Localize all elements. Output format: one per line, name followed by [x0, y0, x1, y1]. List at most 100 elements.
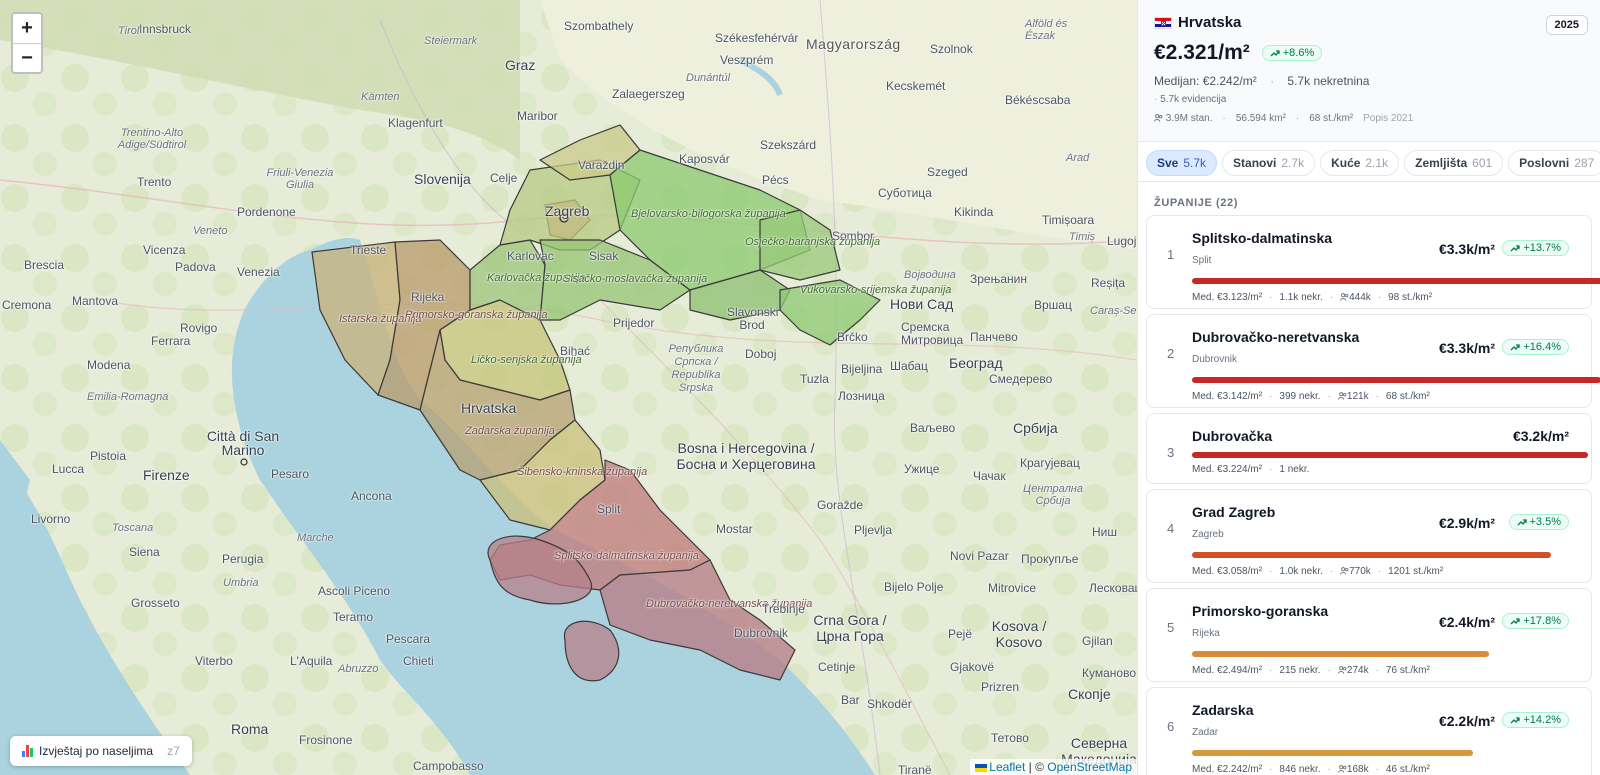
county-price: €2.4k/m²	[1438, 614, 1495, 630]
tab-commercial-count: 287	[1574, 156, 1595, 170]
map-label-viterbo: Viterbo	[195, 654, 233, 668]
county-listings: 215 nekr.	[1279, 665, 1321, 676]
map-label-primorsko: Primorsko-goranska županija	[405, 309, 547, 321]
county-price: €3.3k/m²	[1438, 340, 1495, 356]
tab-apartments[interactable]: Stanovi 2.7k	[1222, 150, 1316, 176]
county-rank: 1	[1167, 247, 1175, 262]
map-label-peje: Pejë	[948, 627, 973, 641]
tab-land-label: Zemljišta	[1415, 156, 1468, 170]
country-name: Hrvatska	[1178, 14, 1242, 31]
map-label-teramo: Teramo	[333, 610, 374, 624]
county-change-badge: +13.7%	[1502, 240, 1569, 256]
county-seat: Rijeka	[1192, 628, 1220, 639]
map-label-szekszard: Szekszárd	[760, 138, 817, 152]
map-label-roma: Roma	[231, 721, 269, 737]
map-label-vicenza: Vicenza	[143, 243, 186, 257]
map-label-vrsac: Вршац	[1034, 298, 1072, 312]
county-card[interactable]: 3 Dubrovačka €3.2k/m² Med. €3.224/m² · 1 nekr…	[1146, 413, 1592, 484]
county-price-bar	[1192, 750, 1473, 756]
map-label-gjakove: Gjakovë	[950, 660, 995, 674]
map-label-srbija: Србија	[1013, 420, 1058, 436]
map-base-layer[interactable]	[0, 0, 1137, 775]
tab-all-count: 5.7k	[1183, 156, 1207, 170]
tab-houses-label: Kuće	[1331, 156, 1361, 170]
map-label-istarska: Istarska županija	[339, 313, 422, 325]
county-seat: Zadar	[1192, 727, 1219, 738]
map-label-pordenone: Pordenone	[237, 205, 296, 219]
zoom-out-button[interactable]: −	[13, 43, 41, 72]
county-name: Splitsko-dalmatinska	[1192, 230, 1333, 246]
map-label-osjecko: Osječko-baranjska županija	[745, 236, 881, 248]
tab-all[interactable]: Sve 5.7k	[1146, 150, 1218, 176]
map-label-novipazar: Novi Pazar	[950, 549, 1009, 563]
county-rank: 3	[1167, 445, 1175, 460]
map-label-pesaro: Pesaro	[271, 467, 310, 481]
county-card[interactable]: 6 Zadarska Zadar €2.2k/m² +14.2% Med. €2.242/…	[1146, 687, 1592, 775]
map-label-gjilan: Gjilan	[1082, 634, 1113, 648]
county-card[interactable]: 5 Primorsko-goranska Rijeka €2.4k/m² +17.8% M…	[1146, 588, 1592, 682]
map-label-dubrovacko: Dubrovačko-neretvanska županija	[646, 598, 812, 610]
map-label-trieste: Trieste	[350, 243, 387, 257]
tab-commercial[interactable]: Poslovni 287	[1508, 150, 1600, 176]
tab-houses[interactable]: Kuće 2.1k	[1320, 150, 1400, 176]
people-icon	[1340, 567, 1349, 576]
map-label-hrvatska: Hrvatska	[461, 400, 517, 416]
osm-link[interactable]: OpenStreetMap	[1047, 760, 1132, 774]
map-label-veneto: Veneto	[193, 225, 228, 237]
map-label-doboj: Doboj	[745, 347, 777, 361]
map-label-carasseverin: Caraș-Severin	[1090, 305, 1137, 317]
map-label-republika: Република Српска / Republika Srpska	[668, 343, 724, 394]
map-label-innsbruck: Innsbruck	[139, 22, 192, 36]
zoom-control: + −	[11, 12, 43, 74]
county-seat: Dubrovnik	[1192, 354, 1238, 365]
county-name: Dubrovačko-neretvanska	[1192, 329, 1360, 345]
settlement-report-button[interactable]: Izvještaj po naseljima z7	[10, 736, 192, 766]
map-label-szolnok: Szolnok	[930, 42, 973, 56]
map-label-bosna: Bosna i Hercegovina / Босна и Херцеговин…	[676, 440, 816, 472]
map-label-bjelovarska: Bjelovarsko-bilogorska županija	[631, 208, 786, 220]
tab-commercial-label: Poslovni	[1519, 156, 1570, 170]
map-label-valjevo: Ваљево	[910, 421, 956, 435]
map-label-szeged: Szeged	[927, 165, 968, 179]
map-label-kikinda: Kikinda	[954, 205, 994, 219]
map-label-trebinje: Trebinje	[762, 602, 805, 616]
map-label-perugia: Perugia	[222, 552, 264, 566]
map-label-ascoli: Ascoli Piceno	[318, 584, 391, 598]
county-card[interactable]: 2 Dubrovačko-neretvanska Dubrovnik €3.3k/m²…	[1146, 314, 1600, 408]
county-listings: 846 nekr.	[1279, 764, 1321, 775]
map-label-trento: Trento	[137, 175, 172, 189]
county-density: 46 st./km²	[1385, 764, 1430, 775]
county-card[interactable]: 4 Grad Zagreb Zagreb €2.9k/m² +3.5% Med. €3.0…	[1146, 489, 1592, 583]
attribution-separator: | ©	[1028, 760, 1044, 774]
tab-land[interactable]: Zemljišta 601	[1404, 150, 1504, 176]
map-view[interactable]: Magyarország Szombathely Székesfehérvár …	[0, 0, 1137, 775]
leaflet-link[interactable]: Leaflet	[989, 760, 1025, 774]
trend-up-icon	[1510, 717, 1521, 724]
map-label-steiermark: Steiermark	[424, 35, 478, 47]
county-change-badge: +16.4%	[1502, 339, 1569, 355]
county-card[interactable]: 1 Splitsko-dalmatinska Split €3.3k/m² +13.7%…	[1146, 215, 1600, 309]
map-label-bijeljina: Bijeljina	[841, 362, 883, 376]
map-label-sabac: Шабац	[890, 359, 928, 373]
map-label-tuzla: Tuzla	[800, 372, 829, 386]
map-label-leskovac: Лесковац	[1089, 581, 1137, 595]
county-price-bar	[1192, 377, 1600, 383]
map-label-beograd: Београд	[949, 355, 1003, 371]
map-label-dunantul: Dunántúl	[686, 72, 731, 84]
year-selector[interactable]: 2025	[1545, 15, 1588, 35]
county-population: 121k	[1346, 391, 1369, 402]
map-label-tetovo: Тетово	[991, 731, 1029, 745]
country-change-value: +8.6%	[1282, 47, 1315, 59]
stats-panel: Hrvatska 2025 €2.321/m² +8.6% Medijan: €…	[1137, 0, 1600, 775]
map-label-zrenjanin: Зрењанин	[970, 272, 1027, 286]
county-seat: Split	[1192, 255, 1212, 266]
trend-up-icon	[1510, 245, 1521, 252]
zoom-in-button[interactable]: +	[13, 14, 41, 43]
county-price: €3.2k/m²	[1512, 428, 1569, 444]
people-icon	[1340, 293, 1349, 302]
settlement-report-label: Izvještaj po naseljima	[39, 744, 154, 758]
map-label-cremona: Cremona	[2, 298, 52, 312]
county-change-value: +16.4%	[1523, 341, 1561, 353]
map-label-centralna: Централна Србија	[1023, 483, 1083, 507]
map-label-siena: Siena	[129, 545, 160, 559]
